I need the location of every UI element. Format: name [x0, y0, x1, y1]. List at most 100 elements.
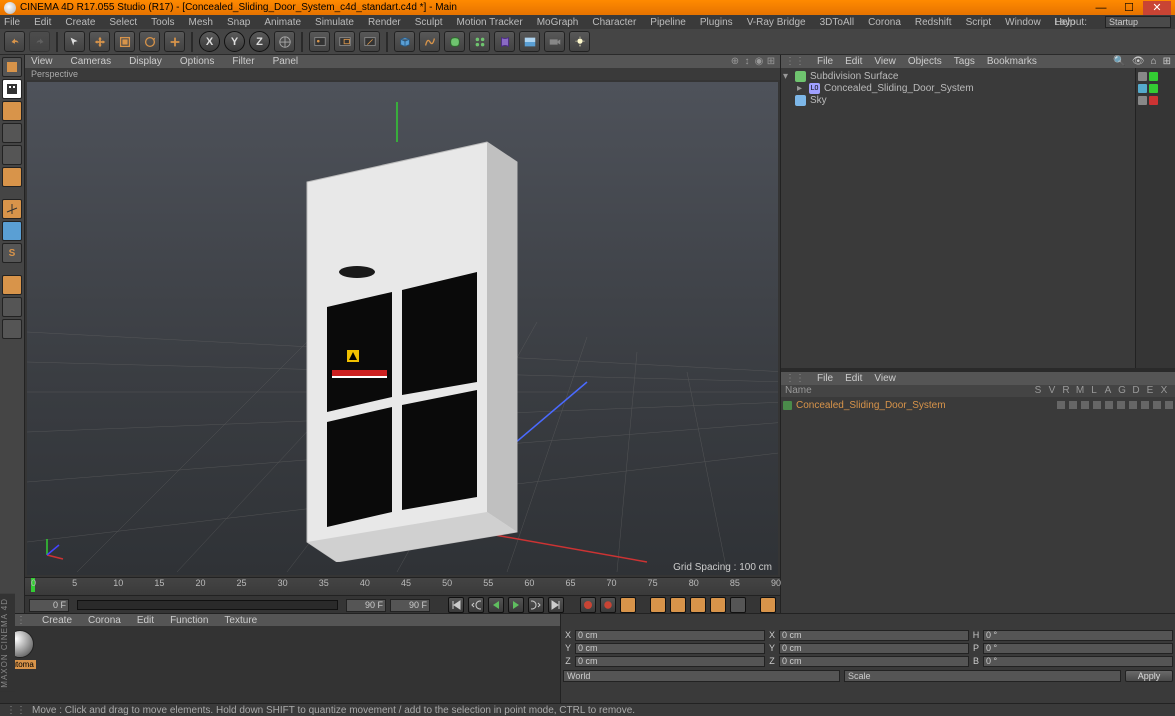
visibility-tag[interactable] — [1138, 72, 1147, 81]
mat-menu-function[interactable]: Function — [170, 615, 208, 626]
minimize-button[interactable]: — — [1087, 1, 1115, 15]
workplane-button[interactable] — [2, 123, 22, 143]
mm-col-s[interactable]: S — [1031, 385, 1045, 397]
om-home-icon[interactable]: ⌂ — [1151, 56, 1157, 67]
key-pla-button[interactable] — [730, 597, 746, 613]
layer-flag-icon[interactable] — [1117, 401, 1125, 409]
locked-workplane-button[interactable] — [2, 297, 22, 317]
vp-menu-panel[interactable]: Panel — [273, 56, 299, 67]
apply-button[interactable]: Apply — [1125, 670, 1173, 682]
om-item-door[interactable]: ▸ L0 Concealed_Sliding_Door_System — [783, 82, 1133, 94]
om-menu-bookmarks[interactable]: Bookmarks — [987, 56, 1037, 67]
menu-motiontracker[interactable]: Motion Tracker — [457, 17, 523, 28]
menu-script[interactable]: Script — [966, 17, 992, 28]
mm-col-e[interactable]: E — [1143, 385, 1157, 397]
timeline-range-slider[interactable] — [77, 600, 338, 610]
menu-create[interactable]: Create — [65, 17, 95, 28]
menu-animate[interactable]: Animate — [264, 17, 301, 28]
mm-col-d[interactable]: D — [1129, 385, 1143, 397]
vp-orbit-icon[interactable]: ◉ — [754, 57, 764, 67]
key-pos-button[interactable] — [650, 597, 666, 613]
key-param-button[interactable] — [710, 597, 726, 613]
environment-button[interactable] — [519, 31, 540, 52]
menu-3dtoall[interactable]: 3DToAll — [820, 17, 854, 28]
menu-render[interactable]: Render — [368, 17, 401, 28]
om-search-icon[interactable]: 🔍 — [1113, 56, 1125, 67]
mm-menu-file[interactable]: File — [817, 373, 833, 384]
material-list[interactable]: Automa — [0, 626, 560, 703]
menu-tools[interactable]: Tools — [151, 17, 174, 28]
mm-col-a[interactable]: A — [1101, 385, 1115, 397]
menu-redshift[interactable]: Redshift — [915, 17, 952, 28]
timeline-ruler[interactable]: 051015202530354045505560657075808590 — [25, 578, 780, 596]
make-editable-button[interactable] — [2, 57, 22, 77]
rotate-tool-button[interactable] — [139, 31, 160, 52]
menu-edit[interactable]: Edit — [34, 17, 51, 28]
layer-flag-icon[interactable] — [1105, 401, 1113, 409]
mm-menu-edit[interactable]: Edit — [845, 373, 862, 384]
visibility-tag[interactable] — [1138, 96, 1147, 105]
autokey-button[interactable] — [600, 597, 616, 613]
goto-start-button[interactable] — [448, 597, 464, 613]
mat-menu-texture[interactable]: Texture — [224, 615, 257, 626]
om-menu-file[interactable]: File — [817, 56, 833, 67]
mat-menu-edit[interactable]: Edit — [137, 615, 154, 626]
edge-mode-button[interactable] — [2, 167, 22, 187]
render-tag[interactable] — [1149, 84, 1158, 93]
layer-row[interactable]: Concealed_Sliding_Door_System — [783, 399, 1173, 411]
menu-window[interactable]: Window — [1005, 17, 1041, 28]
visibility-tag[interactable] — [1138, 84, 1147, 93]
menu-file[interactable]: File — [4, 17, 20, 28]
mm-col-r[interactable]: R — [1059, 385, 1073, 397]
vp-zoom-icon[interactable]: ↕ — [742, 57, 752, 67]
cube-primitive-button[interactable] — [394, 31, 415, 52]
play-back-button[interactable] — [488, 597, 504, 613]
coord-b-rot[interactable]: 0 ° — [983, 656, 1173, 667]
render-tag[interactable] — [1149, 72, 1158, 81]
layer-flag-icon[interactable] — [1057, 401, 1065, 409]
expand-icon[interactable]: ▸ — [797, 83, 805, 94]
coord-x-pos[interactable]: 0 cm — [575, 630, 765, 641]
render-tag[interactable] — [1149, 96, 1158, 105]
menu-simulate[interactable]: Simulate — [315, 17, 354, 28]
point-mode-button[interactable] — [2, 145, 22, 165]
menu-plugins[interactable]: Plugins — [700, 17, 733, 28]
array-button[interactable] — [469, 31, 490, 52]
coord-y-pos[interactable]: 0 cm — [575, 643, 765, 654]
maximize-button[interactable]: ☐ — [1115, 1, 1143, 15]
live-select-button[interactable] — [64, 31, 85, 52]
viewport-solo-button[interactable] — [2, 221, 22, 241]
om-item-sky[interactable]: Sky — [783, 94, 1133, 106]
coord-space-dropdown[interactable]: World — [563, 670, 840, 682]
om-menu-tags[interactable]: Tags — [954, 56, 975, 67]
om-layout-icon[interactable]: ⊞ — [1163, 56, 1171, 67]
vp-menu-view[interactable]: View — [31, 56, 53, 67]
mm-col-m[interactable]: M — [1073, 385, 1087, 397]
goto-end-button[interactable] — [548, 597, 564, 613]
mat-menu-corona[interactable]: Corona — [88, 615, 121, 626]
vp-menu-filter[interactable]: Filter — [232, 56, 254, 67]
expand-icon[interactable]: ▾ — [783, 71, 791, 82]
om-menu-edit[interactable]: Edit — [845, 56, 862, 67]
vp-pan-icon[interactable]: ⊕ — [730, 57, 740, 67]
om-eye-icon[interactable]: 👁 — [1132, 56, 1145, 67]
play-fwd-button[interactable] — [508, 597, 524, 613]
coord-p-rot[interactable]: 0 ° — [983, 643, 1173, 654]
place-tool-button[interactable] — [164, 31, 185, 52]
planar-workplane-button[interactable] — [2, 319, 22, 339]
mm-col-x[interactable]: X — [1157, 385, 1171, 397]
layer-flag-icon[interactable] — [1165, 401, 1173, 409]
x-axis-button[interactable]: X — [199, 31, 220, 52]
menu-vray[interactable]: V-Ray Bridge — [747, 17, 806, 28]
coord-z-size[interactable]: 0 cm — [779, 656, 969, 667]
keyframe-sel-button[interactable] — [620, 597, 636, 613]
deformer-button[interactable] — [494, 31, 515, 52]
record-button[interactable] — [580, 597, 596, 613]
om-item-subdivision[interactable]: ▾ Subdivision Surface — [783, 70, 1133, 82]
y-axis-button[interactable]: Y — [224, 31, 245, 52]
spline-button[interactable] — [419, 31, 440, 52]
menu-snap[interactable]: Snap — [227, 17, 250, 28]
z-axis-button[interactable]: Z — [249, 31, 270, 52]
layer-flag-icon[interactable] — [1093, 401, 1101, 409]
layer-flag-icon[interactable] — [1069, 401, 1077, 409]
